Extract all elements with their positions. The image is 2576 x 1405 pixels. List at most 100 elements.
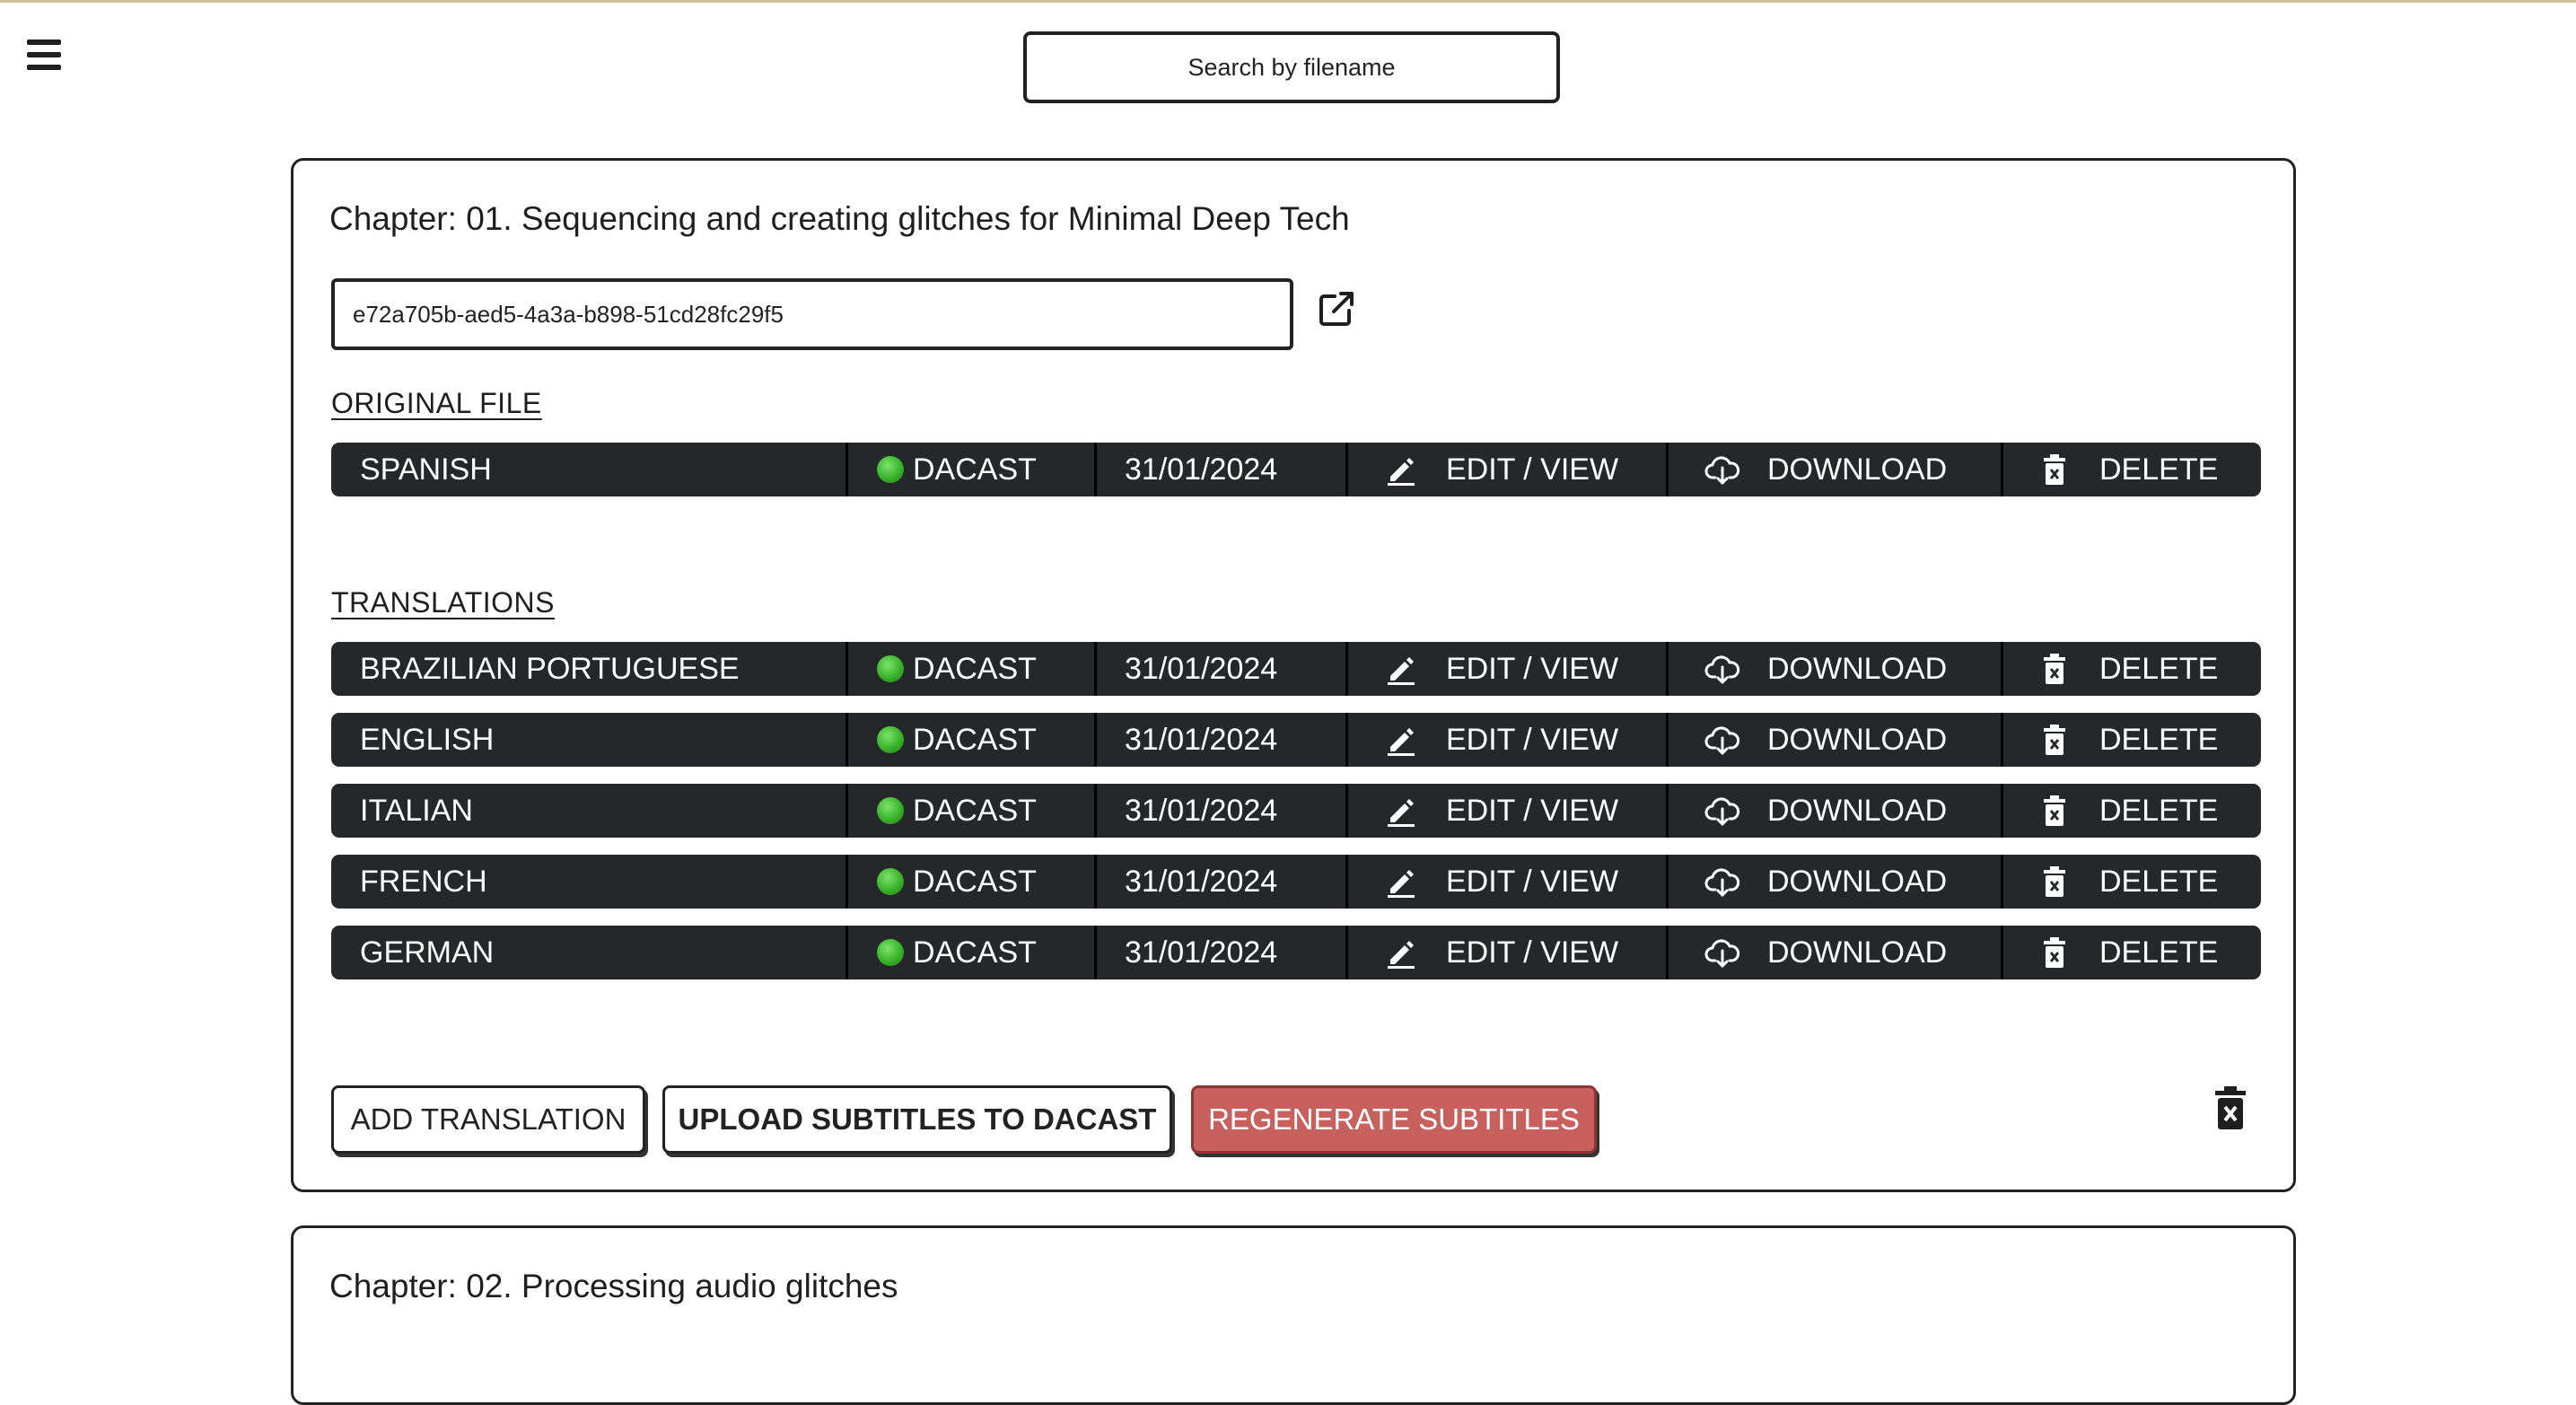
download-button[interactable]: DOWNLOAD [1704, 926, 1947, 979]
status-dot-icon [877, 939, 904, 966]
edit-view-button[interactable]: EDIT / VIEW [1383, 784, 1618, 838]
column-divider [1345, 443, 1348, 496]
edit-view-button[interactable]: EDIT / VIEW [1383, 642, 1618, 696]
download-button[interactable]: DOWNLOAD [1704, 855, 1947, 909]
column-divider [1094, 784, 1097, 838]
column-divider [1094, 926, 1097, 979]
add-translation-button[interactable]: ADD TRANSLATION [331, 1085, 645, 1154]
delete-label: DELETE [2099, 651, 2219, 686]
date: 31/01/2024 [1125, 935, 1278, 970]
chapter-title: Chapter: 02. Processing audio glitches [329, 1268, 898, 1304]
language-name: BRAZILIAN PORTUGUESE [360, 651, 740, 686]
external-link-icon[interactable] [1317, 289, 1356, 329]
pencil-icon [1383, 793, 1419, 829]
pencil-icon [1383, 651, 1419, 687]
download-button[interactable]: DOWNLOAD [1704, 784, 1947, 838]
subtitle-row-translation: ITALIAN DACAST 31/01/2024 EDIT / VIEW DO… [331, 784, 2261, 838]
language-name: SPANISH [360, 452, 492, 487]
subtitle-row-translation: GERMAN DACAST 31/01/2024 EDIT / VIEW DOW… [331, 926, 2261, 979]
column-divider [846, 784, 848, 838]
column-divider [1666, 926, 1669, 979]
delete-button[interactable]: DELETE [2037, 713, 2218, 767]
column-divider [1345, 784, 1348, 838]
download-label: DOWNLOAD [1767, 935, 1948, 970]
column-divider [1666, 784, 1669, 838]
language-name: FRENCH [360, 864, 487, 899]
upload-subtitles-button[interactable]: UPLOAD SUBTITLES TO DACAST [662, 1085, 1172, 1154]
delete-button[interactable]: DELETE [2037, 855, 2218, 909]
delete-label: DELETE [2099, 864, 2219, 899]
column-divider [1345, 926, 1348, 979]
source-label: DACAST [913, 935, 1037, 970]
cloud-download-icon [1704, 722, 1740, 758]
status-dot-icon [877, 797, 904, 824]
search-input[interactable] [1023, 31, 1560, 103]
status-dot-icon [877, 868, 904, 895]
source-label: DACAST [913, 722, 1037, 757]
cloud-download-icon [1704, 452, 1740, 487]
delete-button[interactable]: DELETE [2037, 642, 2218, 696]
trash-icon [2037, 452, 2072, 487]
menu-hamburger-icon[interactable] [25, 38, 65, 72]
pencil-icon [1383, 452, 1419, 487]
subtitle-row-translation: BRAZILIAN PORTUGUESE DACAST 31/01/2024 E… [331, 642, 2261, 696]
column-divider [1094, 713, 1097, 767]
edit-view-label: EDIT / VIEW [1446, 793, 1619, 828]
edit-view-button[interactable]: EDIT / VIEW [1383, 926, 1618, 979]
column-divider [846, 713, 848, 767]
trash-icon [2037, 722, 2072, 758]
cloud-download-icon [1704, 651, 1740, 687]
language-name: ENGLISH [360, 722, 495, 757]
column-divider [846, 443, 848, 496]
video-id-field[interactable] [331, 278, 1293, 350]
column-divider [1094, 642, 1097, 696]
pencil-icon [1383, 864, 1419, 900]
source-status: DACAST [877, 713, 1037, 767]
source-label: DACAST [913, 452, 1037, 487]
cloud-download-icon [1704, 935, 1740, 970]
chapter-title: Chapter: 01. Sequencing and creating gli… [329, 200, 1350, 237]
download-button[interactable]: DOWNLOAD [1704, 443, 1947, 496]
column-divider [1345, 855, 1348, 909]
column-divider [846, 926, 848, 979]
translations-label: TRANSLATIONS [331, 586, 555, 619]
delete-label: DELETE [2099, 452, 2219, 487]
download-button[interactable]: DOWNLOAD [1704, 642, 1947, 696]
language-name: GERMAN [360, 935, 495, 970]
edit-view-button[interactable]: EDIT / VIEW [1383, 443, 1618, 496]
source-label: DACAST [913, 651, 1037, 686]
cloud-download-icon [1704, 793, 1740, 829]
date: 31/01/2024 [1125, 793, 1278, 828]
source-status: DACAST [877, 443, 1037, 496]
column-divider [2001, 713, 2003, 767]
regenerate-subtitles-button[interactable]: REGENERATE SUBTITLES [1191, 1085, 1597, 1154]
delete-button[interactable]: DELETE [2037, 926, 2218, 979]
edit-view-button[interactable]: EDIT / VIEW [1383, 713, 1618, 767]
delete-chapter-trash-icon[interactable] [2212, 1085, 2259, 1132]
edit-view-label: EDIT / VIEW [1446, 452, 1619, 487]
trash-icon [2037, 793, 2072, 829]
download-label: DOWNLOAD [1767, 722, 1948, 757]
column-divider [2001, 855, 2003, 909]
column-divider [1666, 642, 1669, 696]
delete-button[interactable]: DELETE [2037, 784, 2218, 838]
column-divider [1345, 642, 1348, 696]
trash-icon [2037, 864, 2072, 900]
status-dot-icon [877, 655, 904, 682]
source-label: DACAST [913, 864, 1037, 899]
trash-icon [2037, 935, 2072, 970]
status-dot-icon [877, 456, 904, 483]
column-divider [846, 642, 848, 696]
edit-view-label: EDIT / VIEW [1446, 651, 1619, 686]
download-button[interactable]: DOWNLOAD [1704, 713, 1947, 767]
original-file-label: ORIGINAL FILE [331, 387, 542, 419]
delete-label: DELETE [2099, 793, 2219, 828]
edit-view-label: EDIT / VIEW [1446, 864, 1619, 899]
column-divider [1666, 713, 1669, 767]
delete-button[interactable]: DELETE [2037, 443, 2218, 496]
column-divider [1666, 855, 1669, 909]
subtitle-row-original: SPANISH DACAST 31/01/2024 EDIT / VIEW DO… [331, 443, 2261, 496]
chapter-card: Chapter: 02. Processing audio glitches [291, 1225, 2296, 1405]
top-accent-line [0, 0, 2576, 3]
edit-view-button[interactable]: EDIT / VIEW [1383, 855, 1618, 909]
